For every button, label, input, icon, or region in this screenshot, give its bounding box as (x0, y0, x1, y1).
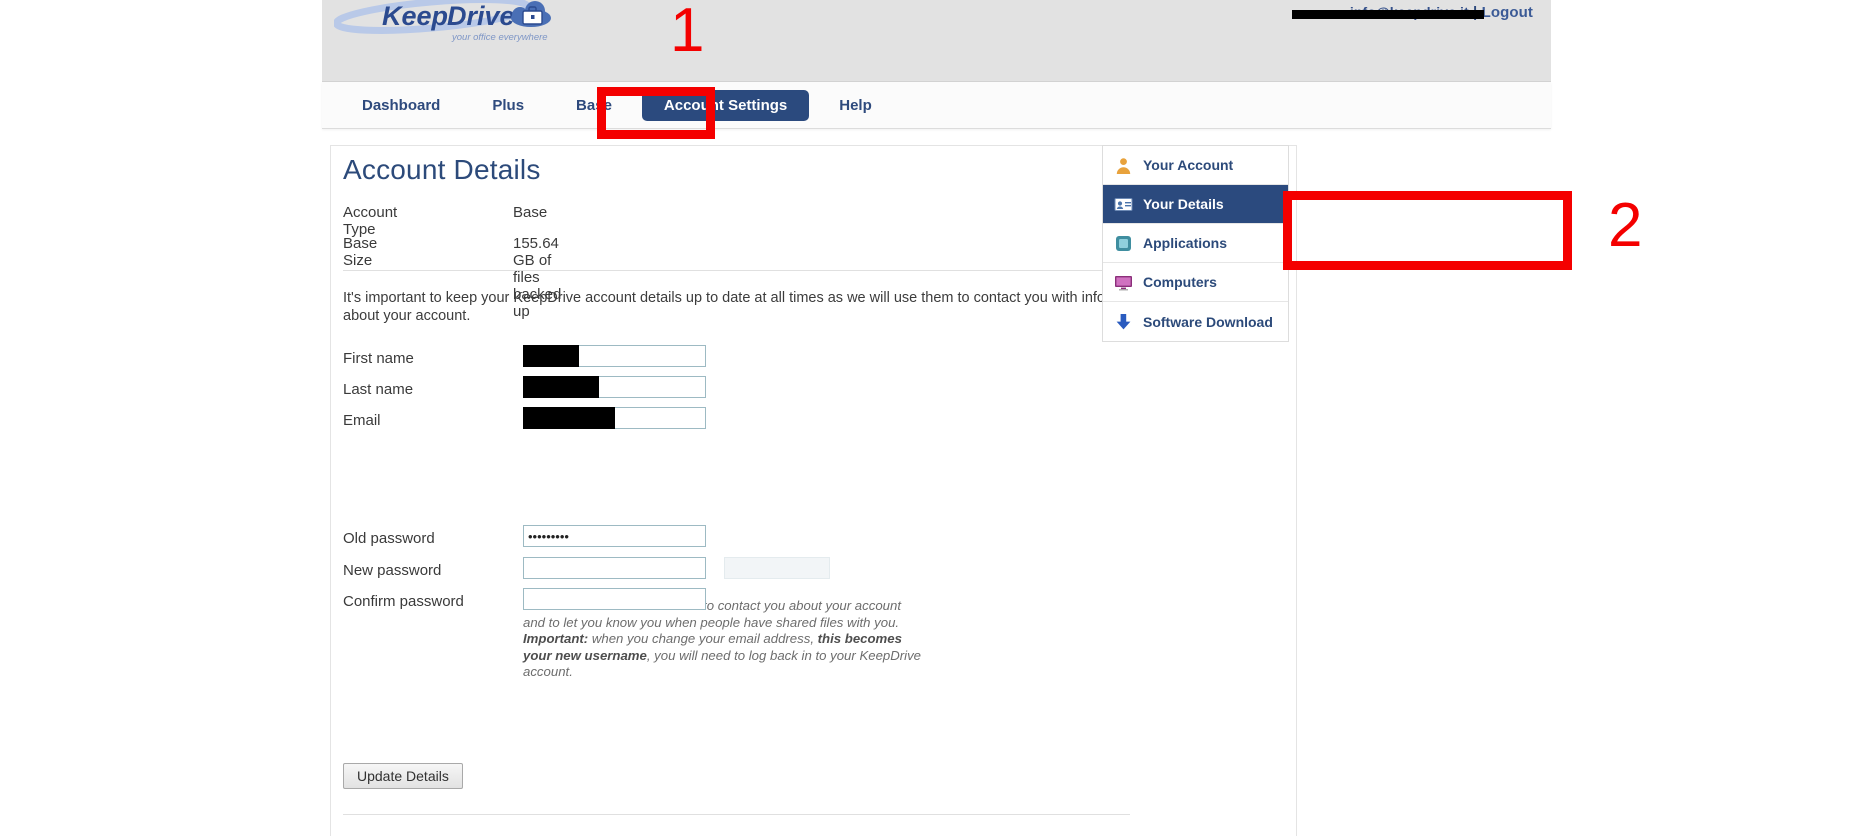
download-icon (1114, 312, 1133, 331)
email-help-line2: let you know you when people have shared… (563, 614, 900, 630)
nav-item-account-settings[interactable]: Account Settings (641, 90, 810, 121)
id-card-icon (1114, 195, 1133, 214)
applications-icon (1114, 234, 1133, 253)
nav-item-base[interactable]: Base (554, 90, 634, 121)
old-password-label: Old password (343, 530, 435, 547)
keepdrive-logo[interactable]: Keep Drive your office everywhere (334, 0, 566, 46)
first-name-input[interactable] (523, 345, 706, 367)
sidebar-item-software-download[interactable]: Software Download (1103, 302, 1288, 341)
content-region: Account Details Account Type Base Base S… (322, 129, 1551, 836)
nav-item-dashboard[interactable]: Dashboard (340, 90, 462, 121)
divider-bottom (343, 814, 1130, 815)
confirm-password-label: Confirm password (343, 593, 464, 610)
account-settings-sidebar: Your Account Your Details Applications C… (1102, 145, 1289, 342)
update-details-button[interactable]: Update Details (343, 763, 463, 789)
first-name-label: First name (343, 350, 414, 367)
old-password-input[interactable] (523, 525, 706, 547)
confirm-password-input[interactable] (523, 588, 706, 610)
email-input[interactable] (523, 407, 706, 429)
person-icon (1114, 156, 1133, 175)
sidebar-label-computers: Computers (1143, 274, 1217, 290)
svg-text:Drive: Drive (447, 1, 515, 31)
email-help-important: Important: (523, 631, 589, 647)
sidebar-item-applications[interactable]: Applications (1103, 224, 1288, 263)
site-header: Keep Drive your office everywhere inf (322, 0, 1551, 82)
password-strength-indicator (724, 557, 830, 579)
last-name-label: Last name (343, 381, 414, 398)
keepdrive-page: Keep Drive your office everywhere inf (322, 0, 1551, 836)
sidebar-item-computers[interactable]: Computers (1103, 263, 1288, 302)
email-label: Email (343, 412, 381, 429)
sidebar-label-your-details: Your Details (1143, 196, 1224, 212)
sidebar-label-applications: Applications (1143, 235, 1228, 251)
page-left-gutter (0, 0, 322, 836)
page-right-gutter (1551, 0, 1870, 836)
redaction-bar (1291, 10, 1484, 19)
email-help-text: We will use this email address to contac… (523, 598, 923, 681)
account-email-redacted: info@keepdrive.it (1291, 4, 1484, 20)
nav-items: Dashboard Plus Base Account Settings Hel… (340, 82, 902, 129)
last-name-input[interactable] (523, 376, 706, 398)
sidebar-label-your-account: Your Account (1143, 157, 1234, 173)
main-navigation: Dashboard Plus Base Account Settings Hel… (322, 82, 1551, 129)
nav-item-help[interactable]: Help (817, 90, 894, 121)
email-help-line3a: when you change your email address, (588, 631, 818, 647)
sidebar-item-your-details[interactable]: Your Details (1103, 185, 1288, 224)
sidebar-item-your-account[interactable]: Your Account (1103, 146, 1288, 185)
new-password-label: New password (343, 562, 442, 579)
sidebar-label-software-download: Software Download (1143, 313, 1273, 330)
logout-link[interactable]: Logout (1482, 4, 1533, 21)
nav-item-plus[interactable]: Plus (470, 90, 546, 121)
screenshot-root: Keep Drive your office everywhere inf (0, 0, 1870, 836)
header-account-area: info@keepdrive.it | Logout (1291, 4, 1533, 21)
svg-text:Keep: Keep (382, 1, 448, 31)
svg-text:your office everywhere: your office everywhere (451, 32, 548, 43)
new-password-input[interactable] (523, 557, 706, 579)
monitor-icon (1114, 273, 1133, 292)
